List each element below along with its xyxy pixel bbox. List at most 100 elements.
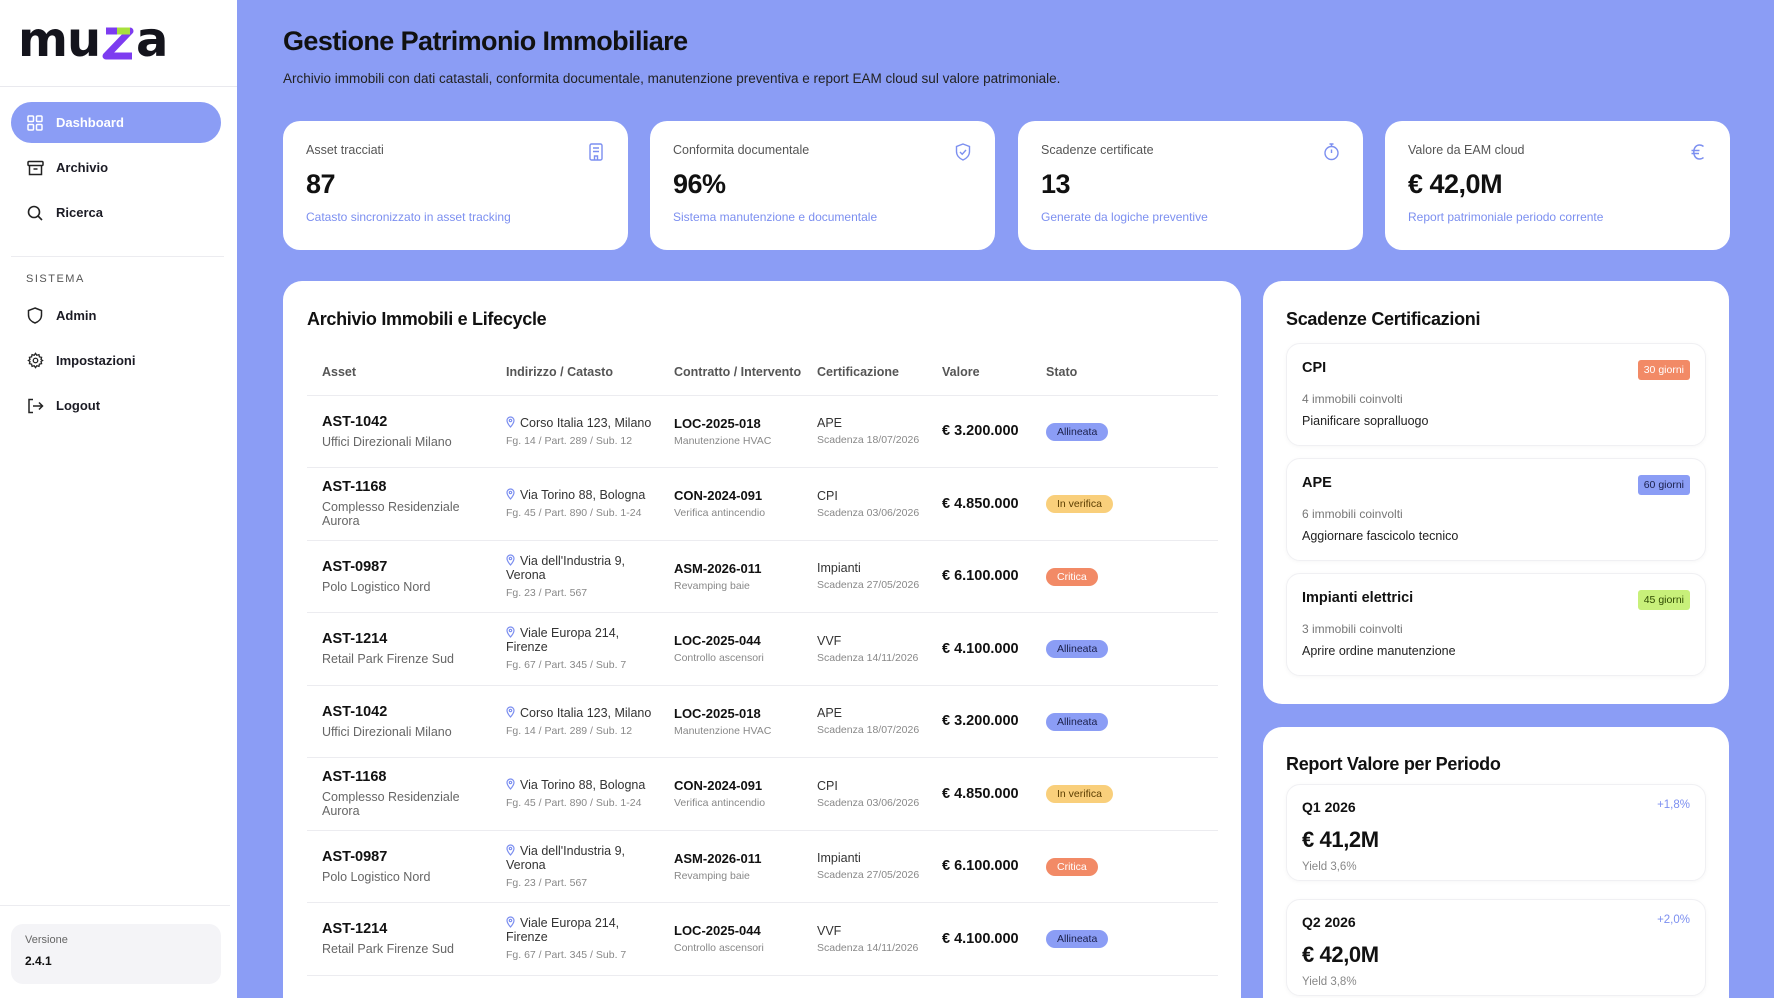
version-box: Versione 2.4.1 xyxy=(11,924,221,984)
report-card-q2[interactable]: Q2 2026 +2,0% € 42,0M Yield 3,8% xyxy=(1286,899,1706,996)
report-yield: Yield 3,8% xyxy=(1302,976,1357,988)
sidebar: mu a Dashboard Archivio Ricerca SISTEMA … xyxy=(0,0,237,998)
asset-id[interactable]: AST-1168 xyxy=(322,479,491,495)
asset-id[interactable]: AST-1042 xyxy=(322,414,491,430)
asset-id[interactable]: AST-1214 xyxy=(322,631,491,647)
sidebar-item-ricerca[interactable]: Ricerca xyxy=(11,192,221,233)
sidebar-item-label: Logout xyxy=(56,398,101,413)
deadline-count: 3 immobili coinvolti xyxy=(1302,622,1403,636)
asset-cell: AST-0987 Polo Logistico Nord xyxy=(307,540,491,613)
kpi-note: Sistema manutenzione e documentale xyxy=(673,210,878,224)
contract-cell: LOC-2025-044 Controllo ascensori xyxy=(659,902,802,976)
cert-due: Scadenza 03/06/2026 xyxy=(817,506,920,519)
asset-id[interactable]: AST-1042 xyxy=(322,704,491,720)
deadline-count: 4 immobili coinvolti xyxy=(1302,392,1403,406)
contract-cell: LOC-2025-044 Controllo ascensori xyxy=(659,612,802,686)
sidebar-item-admin[interactable]: Admin xyxy=(11,295,221,336)
cert-type: APE xyxy=(817,416,843,431)
sidebar-item-archivio[interactable]: Archivio xyxy=(11,147,221,188)
table-row[interactable]: AST-1042 Uffici Direzionali Milano Corso I… xyxy=(307,395,1218,468)
sidebar-item-label: Archivio xyxy=(56,160,109,175)
report-value: € 42,0M xyxy=(1302,942,1379,967)
asset-id[interactable]: AST-0987 xyxy=(322,559,491,575)
contract-cell: LOC-2025-018 Manutenzione HVAC xyxy=(659,685,802,758)
column-header[interactable]: Contratto / Intervento xyxy=(659,365,802,396)
logo-divider xyxy=(0,86,237,87)
report-period: Q2 2026 xyxy=(1302,914,1356,930)
address: Viale Europa 214, Firenze xyxy=(506,626,659,654)
asset-id[interactable]: AST-1214 xyxy=(322,921,491,937)
cert-cell: Impianti Scadenza 27/05/2026 xyxy=(802,540,927,613)
address: Viale Europa 214, Firenze xyxy=(506,916,659,944)
grid-icon xyxy=(26,114,44,132)
archive-box-icon xyxy=(26,159,44,177)
cert-due: Scadenza 14/11/2026 xyxy=(817,651,919,664)
intervention: Controllo ascensori xyxy=(674,942,764,955)
status-cell: In verifica xyxy=(1031,467,1218,541)
cadastre: Fg. 23 / Part. 567 xyxy=(506,586,588,599)
sidebar-item-dashboard[interactable]: Dashboard xyxy=(11,102,221,143)
deadline-card-ape[interactable]: APE 60 giorni 6 immobili coinvolti Aggio… xyxy=(1286,458,1706,561)
contract-id: LOC-2025-044 xyxy=(674,633,761,649)
intervention: Revamping baie xyxy=(674,579,750,592)
kpi-card-asset: Asset tracciati 87 Catasto sincronizzato… xyxy=(283,121,628,250)
column-header[interactable]: Asset xyxy=(307,365,491,396)
deadline-title: Impianti elettrici xyxy=(1302,590,1414,606)
status-cell: In verifica xyxy=(1031,757,1218,831)
column-header[interactable]: Valore xyxy=(927,365,1031,396)
sidebar-item-label: Ricerca xyxy=(56,205,103,220)
intervention: Verifica antincendio xyxy=(674,797,766,810)
status-cell: Allineata xyxy=(1031,612,1218,686)
report-card-q1[interactable]: Q1 2026 +1,8% € 41,2M Yield 3,6% xyxy=(1286,784,1706,881)
table-row[interactable]: AST-0987 Polo Logistico Nord Via dell'Indu… xyxy=(307,540,1218,613)
value-cell: € 3.200.000 xyxy=(927,685,1031,758)
value-cell: € 6.100.000 xyxy=(927,540,1031,613)
asset-id[interactable]: AST-0987 xyxy=(322,849,491,865)
deadline-card-impianti[interactable]: Impianti elettrici 45 giorni 3 immobili … xyxy=(1286,573,1706,676)
status-cell: Allineata xyxy=(1031,685,1218,758)
column-header[interactable]: Indirizzo / Catasto xyxy=(491,365,659,396)
asset-name: Uffici Direzionali Milano xyxy=(322,724,452,739)
asset-cell: AST-1042 Uffici Direzionali Milano xyxy=(307,395,491,468)
address-cell: Corso Italia 123, Milano Fg. 14 / Part. 2… xyxy=(491,395,659,468)
address: Via Torino 88, Bologna xyxy=(506,778,659,792)
sidebar-item-logout[interactable]: Logout xyxy=(11,385,221,426)
asset-cell: AST-1168 Complesso Residenziale Aurora xyxy=(307,757,491,831)
address-cell: Corso Italia 123, Milano Fg. 14 / Part. 2… xyxy=(491,685,659,758)
cert-type: VVF xyxy=(817,923,842,938)
contract-cell: CON-2024-091 Verifica antincendio xyxy=(659,757,802,831)
deadline-card-cpi[interactable]: CPI 30 giorni 4 immobili coinvolti Piani… xyxy=(1286,343,1706,446)
report-delta: +2,0% xyxy=(1657,914,1690,926)
muza-logo[interactable]: mu a xyxy=(18,16,198,64)
table-row[interactable]: AST-1168 Complesso Residenziale Aurora Via… xyxy=(307,757,1218,831)
footer-divider xyxy=(0,905,230,906)
contract-id: CON-2024-091 xyxy=(674,778,763,794)
asset-cell: AST-1214 Retail Park Firenze Sud xyxy=(307,612,491,686)
table-row[interactable]: AST-1042 Uffici Direzionali Milano Corso I… xyxy=(307,685,1218,758)
contract-id: LOC-2025-018 xyxy=(674,415,761,431)
sidebar-item-impostazioni[interactable]: Impostazioni xyxy=(11,340,221,381)
address-text: Viale Europa 214, Firenze xyxy=(506,626,620,655)
asset-id[interactable]: AST-1168 xyxy=(322,769,491,785)
cadastre: Fg. 67 / Part. 345 / Sub. 7 xyxy=(506,949,627,962)
value-cell: € 3.200.000 xyxy=(927,395,1031,468)
column-header[interactable]: Certificazione xyxy=(802,365,927,396)
deadline-count: 6 immobili coinvolti xyxy=(1302,507,1403,521)
svg-text:mu: mu xyxy=(18,16,100,64)
asset-value: € 4.850.000 xyxy=(942,785,1019,802)
table-row[interactable]: AST-0987 Polo Logistico Nord Via dell'Indu… xyxy=(307,830,1218,903)
archive-panel: Archivio Immobili e Lifecycle Asset Indi… xyxy=(283,281,1241,998)
map-pin-icon xyxy=(506,706,516,718)
cert-cell: VVF Scadenza 14/11/2026 xyxy=(802,902,927,976)
table-row[interactable]: AST-1214 Retail Park Firenze Sud Viale Eur… xyxy=(307,902,1218,976)
cadastre: Fg. 23 / Part. 567 xyxy=(506,876,588,889)
asset-value: € 4.100.000 xyxy=(942,640,1019,657)
column-header[interactable]: Stato xyxy=(1031,365,1218,396)
deadline-tag: 60 giorni xyxy=(1637,475,1690,495)
status-badge: Allineata xyxy=(1046,640,1109,659)
table-row[interactable]: AST-1168 Complesso Residenziale Aurora Via… xyxy=(307,467,1218,541)
asset-value: € 3.200.000 xyxy=(942,713,1019,730)
kpi-value: € 42,0M xyxy=(1408,169,1503,199)
cert-due: Scadenza 14/11/2026 xyxy=(817,941,919,954)
table-row[interactable]: AST-1214 Retail Park Firenze Sud Viale Eur… xyxy=(307,612,1218,686)
